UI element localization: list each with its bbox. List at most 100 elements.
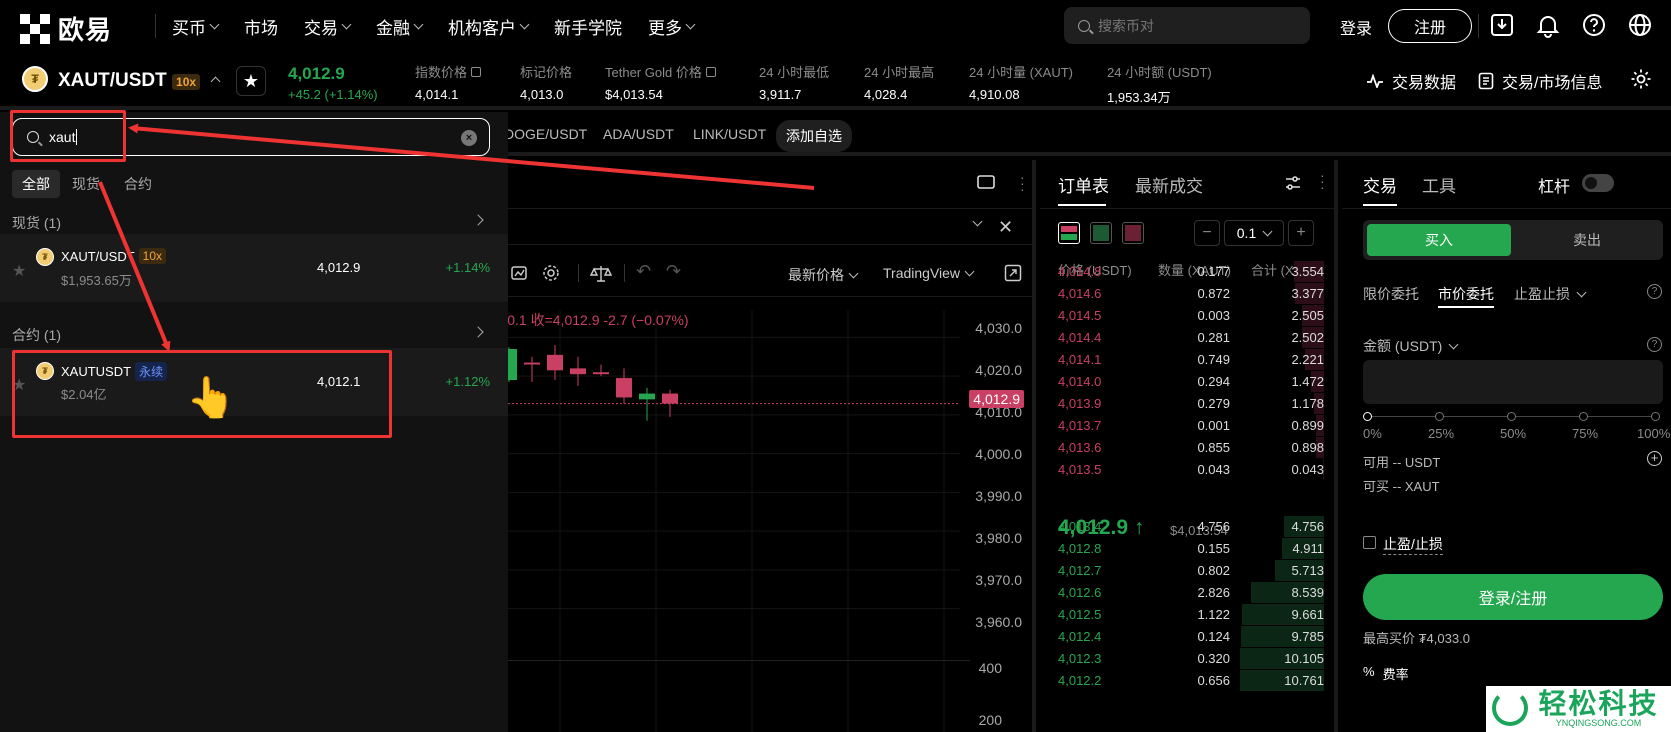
- precision-selector[interactable]: 0.1: [1224, 220, 1284, 246]
- candle-body[interactable]: [547, 354, 563, 371]
- pair-selector[interactable]: XAUT/USDT 10x: [58, 70, 201, 92]
- ask-row[interactable]: 4,014.8 0.177 3.554: [1058, 260, 1324, 283]
- filter-futures[interactable]: 合约: [114, 170, 162, 198]
- order-type-limit[interactable]: 限价委托: [1363, 284, 1419, 304]
- menu-item-buy-crypto[interactable]: 买币: [172, 14, 220, 39]
- help-icon[interactable]: ?: [1647, 284, 1662, 299]
- futures-section-title[interactable]: 合约 (1): [12, 325, 61, 345]
- fav-pair-ada[interactable]: ADA/USDT: [603, 126, 674, 142]
- candle-body[interactable]: [524, 362, 540, 365]
- ask-row[interactable]: 4,013.6 0.855 0.898: [1058, 436, 1324, 459]
- menu-item-finance[interactable]: 金融: [376, 14, 424, 39]
- gear-icon[interactable]: [1630, 68, 1652, 90]
- order-type-tpsl[interactable]: 止盈止损: [1514, 284, 1587, 304]
- external-link-icon[interactable]: [705, 66, 716, 77]
- ask-row[interactable]: 4,014.1 0.749 2.221: [1058, 348, 1324, 371]
- order-type-market[interactable]: 市价委托: [1438, 284, 1494, 304]
- candle-body[interactable]: [593, 372, 609, 375]
- ask-row[interactable]: 4,014.0 0.294 1.472: [1058, 370, 1324, 393]
- fullscreen-toggle-icon[interactable]: [976, 174, 996, 190]
- gear-icon[interactable]: [542, 264, 560, 282]
- bid-row[interactable]: 4,012.8 0.155 4.911: [1058, 537, 1324, 560]
- help-icon[interactable]: ?: [1647, 337, 1662, 352]
- more-options-icon[interactable]: · · ·: [1020, 170, 1025, 196]
- expand-icon[interactable]: [1004, 264, 1022, 282]
- bid-row[interactable]: 4,012.2 0.656 10.761: [1058, 669, 1324, 692]
- filter-all[interactable]: 全部: [12, 170, 60, 198]
- globe-icon[interactable]: [1627, 12, 1653, 38]
- leverage-toggle[interactable]: [1582, 174, 1614, 192]
- fee-rate-link[interactable]: % 费率: [1363, 664, 1409, 683]
- download-icon[interactable]: [1489, 12, 1515, 38]
- candle-body[interactable]: [570, 368, 586, 375]
- buy-button[interactable]: 买入: [1367, 224, 1511, 256]
- sell-button[interactable]: 卖出: [1515, 224, 1659, 256]
- candle-body[interactable]: [639, 393, 655, 400]
- candle-body[interactable]: [662, 393, 678, 404]
- ask-row[interactable]: 4,013.5 0.043 0.043: [1058, 458, 1324, 481]
- register-button[interactable]: 注册: [1388, 9, 1472, 43]
- trade-data-button[interactable]: 交易数据: [1366, 69, 1456, 93]
- help-icon[interactable]: [1581, 12, 1607, 38]
- menu-item-institutional[interactable]: 机构客户: [448, 14, 530, 39]
- login-register-button[interactable]: 登录/注册: [1363, 574, 1663, 620]
- ask-row[interactable]: 4,014.5 0.003 2.505: [1058, 304, 1324, 327]
- ask-row[interactable]: 4,013.9 0.279 1.178: [1058, 392, 1324, 415]
- menu-item-academy[interactable]: 新手学院: [554, 14, 622, 39]
- slider-mark[interactable]: [1507, 412, 1516, 421]
- undo-icon[interactable]: ↶: [636, 261, 651, 282]
- chevron-up-icon[interactable]: [210, 76, 221, 87]
- menu-item-market[interactable]: 市场: [244, 14, 278, 39]
- fav-pair-link[interactable]: LINK/USDT: [693, 126, 766, 142]
- okx-logo[interactable]: 欧易: [20, 10, 112, 47]
- candlestick-chart[interactable]: [480, 310, 1036, 732]
- more-options-icon[interactable]: · · ·: [1320, 168, 1325, 194]
- view-bids-icon[interactable]: [1090, 222, 1112, 244]
- spot-result-row[interactable]: ★ ₮ XAUT/USDT 10x $1,953.65万 4,012.9 +1.1…: [0, 234, 508, 302]
- bid-row[interactable]: 4,012.5 1.122 9.661: [1058, 603, 1324, 626]
- ask-row[interactable]: 4,014.6 0.872 3.377: [1058, 282, 1324, 305]
- market-info-button[interactable]: 交易/市场信息: [1478, 69, 1602, 93]
- view-both-sides-icon[interactable]: [1058, 222, 1080, 244]
- bid-row[interactable]: 4,012.7 0.802 5.713: [1058, 559, 1324, 582]
- add-funds-icon[interactable]: +: [1647, 451, 1662, 466]
- indicator-icon[interactable]: [510, 264, 528, 282]
- chart-view-selector[interactable]: TradingView: [883, 265, 975, 281]
- slider-mark[interactable]: [1579, 412, 1588, 421]
- step-decrease-button[interactable]: −: [1194, 220, 1220, 246]
- chevron-down-icon[interactable]: [972, 216, 983, 227]
- bell-icon[interactable]: [1535, 12, 1561, 38]
- tpsl-label[interactable]: 止盈/止损: [1383, 534, 1443, 555]
- star-icon[interactable]: ★: [12, 261, 26, 281]
- login-link[interactable]: 登录: [1340, 15, 1372, 39]
- add-favorite-button[interactable]: 添加自选: [776, 120, 852, 152]
- price-type-selector[interactable]: 最新价格: [788, 265, 859, 285]
- bid-row[interactable]: 4,012.6 2.826 8.539: [1058, 581, 1324, 604]
- global-search-input[interactable]: 搜索币对: [1064, 7, 1310, 44]
- tab-latest-trades[interactable]: 最新成交: [1135, 172, 1203, 197]
- tab-order-book[interactable]: 订单表: [1058, 172, 1109, 197]
- chevron-right-icon[interactable]: [472, 214, 484, 226]
- tpsl-checkbox[interactable]: [1363, 536, 1376, 549]
- candle-body[interactable]: [616, 378, 632, 398]
- tab-trade[interactable]: 交易: [1363, 172, 1397, 197]
- favorite-star-button[interactable]: ★: [236, 66, 266, 96]
- amount-unit-selector[interactable]: 金额 (USDT): [1363, 336, 1459, 356]
- filter-settings-icon[interactable]: [1284, 174, 1302, 192]
- ask-row[interactable]: 4,013.7 0.001 0.899: [1058, 414, 1324, 437]
- slider-mark[interactable]: [1435, 412, 1444, 421]
- redo-icon[interactable]: ↷: [666, 261, 681, 282]
- view-asks-icon[interactable]: [1122, 222, 1144, 244]
- external-link-icon[interactable]: [471, 66, 482, 77]
- fav-pair-doge[interactable]: DOGE/USDT: [504, 126, 587, 142]
- slider-handle[interactable]: [1363, 412, 1372, 421]
- step-increase-button[interactable]: +: [1288, 220, 1314, 246]
- slider-mark[interactable]: [1651, 412, 1660, 421]
- close-icon[interactable]: ✕: [998, 217, 1013, 238]
- bid-row[interactable]: 4,012.4 0.124 9.785: [1058, 625, 1324, 648]
- menu-item-trade[interactable]: 交易: [304, 14, 352, 39]
- clear-icon[interactable]: ×: [461, 130, 477, 146]
- menu-item-more[interactable]: 更多: [648, 14, 696, 39]
- amount-input[interactable]: [1363, 360, 1663, 404]
- ask-row[interactable]: 4,014.4 0.281 2.502: [1058, 326, 1324, 349]
